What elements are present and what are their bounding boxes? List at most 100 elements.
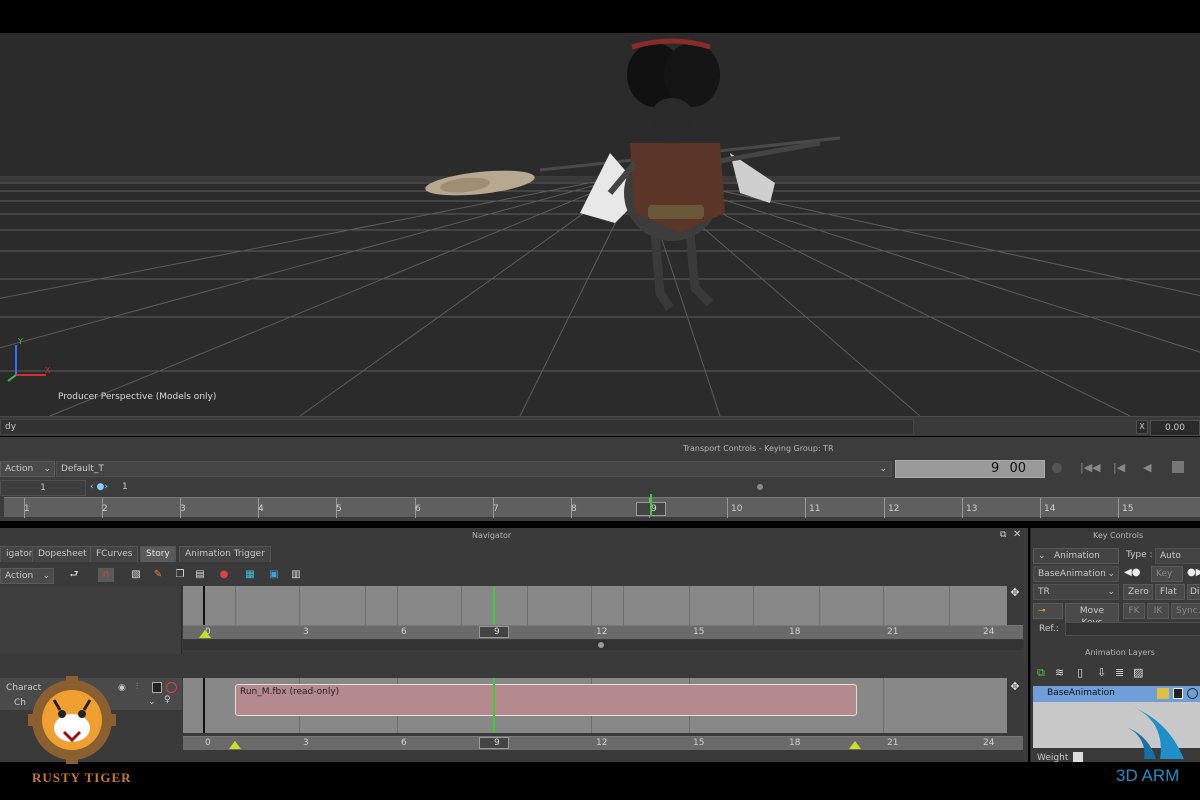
scroll-handle[interactable] <box>598 642 604 648</box>
navigator-title: Navigator <box>472 531 512 540</box>
transport-mode-dropdown[interactable]: Action ⌄ <box>0 461 55 477</box>
key-nav-icon[interactable]: ‹ ●› <box>90 482 108 492</box>
playhead-handle[interactable]: 9 <box>479 626 509 638</box>
ruler-tick <box>727 498 728 518</box>
solo-icon[interactable] <box>1173 688 1183 699</box>
add-layer-icon[interactable]: ⧉ <box>1037 666 1045 680</box>
goto-start-icon[interactable]: |◀◀ <box>1080 461 1101 474</box>
ref-field[interactable] <box>1065 622 1200 636</box>
clip-start-key[interactable] <box>229 741 241 749</box>
range-start-key[interactable] <box>199 630 211 638</box>
ref-label: Ref.: <box>1039 624 1059 634</box>
ruler-label: 24 <box>983 627 995 637</box>
tab-dopesheet[interactable]: Dopesheet <box>32 546 93 562</box>
time-ruler[interactable]: 1 2 3 4 5 6 7 8 10 11 12 13 14 15 9 <box>4 494 1200 518</box>
rusty-tiger-logo <box>28 676 116 764</box>
di-button[interactable]: Di <box>1187 584 1200 600</box>
layer-duplicate-icon[interactable]: ▨ <box>1133 666 1143 679</box>
upper-time-ruler[interactable]: 0 3 6 12 15 18 21 24 9 <box>183 625 1023 639</box>
layers-stack-icon[interactable]: ≋ <box>1055 666 1064 679</box>
solo-icon[interactable] <box>152 682 162 693</box>
upper-scrollbar[interactable] <box>183 640 1023 650</box>
flat-button[interactable]: Flat <box>1155 584 1185 600</box>
paste-icon[interactable]: ▤ <box>192 568 208 582</box>
fly-character-model[interactable] <box>420 33 850 323</box>
clip-end-key[interactable] <box>849 741 861 749</box>
transport-title: Transport Controls - Keying Group: TR <box>683 444 834 453</box>
razor-icon[interactable]: ▧ <box>128 568 144 582</box>
ruler-label: 18 <box>789 627 801 637</box>
stop-icon[interactable] <box>1172 461 1184 473</box>
ruler-label: 4 <box>258 504 264 514</box>
render-icon[interactable]: ▦ <box>242 568 258 582</box>
keying-group-dropdown[interactable]: TR ⌄ <box>1033 584 1119 600</box>
status-value-field[interactable]: 0.00 <box>1150 420 1200 436</box>
take-label: Default_T <box>61 464 104 474</box>
loop-icon[interactable]: ⮐ <box>66 568 82 582</box>
layer-row-base[interactable]: BaseAnimation <box>1033 686 1200 702</box>
axis-x-label: X <box>45 366 51 375</box>
start-frame-field[interactable]: 1 <box>0 480 86 496</box>
take-dropdown[interactable]: Default_T ⌄ <box>56 461 892 477</box>
tab-story[interactable]: Story <box>140 546 176 562</box>
layer-dropdown[interactable]: BaseAnimation ⌄ <box>1033 566 1119 582</box>
animation-clip[interactable]: Run_M.fbx (read-only) <box>235 684 857 716</box>
record-clip-icon[interactable]: ● <box>216 568 232 582</box>
play-reverse-icon[interactable]: ◀ <box>1143 461 1151 474</box>
animation-dropdown[interactable]: ⌄ Animation <box>1033 548 1119 564</box>
current-frame-field[interactable]: 9 00 <box>895 460 1045 478</box>
sync-button[interactable]: Sync. <box>1171 603 1200 619</box>
character-icon[interactable]: ♀ <box>164 695 171 705</box>
merge-layer-icon[interactable]: ⇩ <box>1097 666 1106 679</box>
layer-options-icon[interactable]: ≣ <box>1115 666 1124 679</box>
3d-viewport[interactable]: Y X Producer Perspective (Models only) <box>0 33 1200 416</box>
ruler-label: 2 <box>102 504 108 514</box>
end-frame-label: 1 <box>122 482 128 492</box>
mute-icon[interactable] <box>1187 688 1198 699</box>
tr-select-label: TR <box>1038 587 1050 597</box>
close-icon[interactable]: ✕ <box>1013 529 1021 540</box>
type-dropdown[interactable]: Auto <box>1155 548 1200 564</box>
ruler-label: 12 <box>596 738 608 748</box>
monitor-icon[interactable]: ▣ <box>266 568 282 582</box>
step-back-icon[interactable]: |◀ <box>1113 461 1125 474</box>
scroll-handle[interactable] <box>757 484 763 490</box>
tab-animation-trigger[interactable]: Animation Trigger <box>179 546 271 562</box>
record-button[interactable] <box>1052 463 1062 473</box>
lower-track-area[interactable]: Run_M.fbx (read-only) <box>183 678 1007 733</box>
delete-layer-icon[interactable]: ▯ <box>1077 666 1083 679</box>
key-icon[interactable]: ⊸ <box>1033 603 1063 619</box>
pan-icon[interactable]: ✥ <box>1008 586 1022 610</box>
lower-time-ruler[interactable]: 0 3 6 12 15 18 21 24 9 <box>183 736 1023 750</box>
lock-icon[interactable]: ⫶ <box>136 682 138 692</box>
playhead-line <box>493 678 495 733</box>
story-mode-dropdown[interactable]: Action ⌄ <box>0 568 54 584</box>
animation-layers-title: Animation Layers <box>1085 648 1155 657</box>
float-icon[interactable]: ⧉ <box>1000 530 1006 540</box>
magnet-icon[interactable]: ∩ <box>98 568 114 582</box>
brush-icon[interactable]: ✎ <box>150 568 166 582</box>
zero-button[interactable]: Zero <box>1123 584 1153 600</box>
chevron-down-icon[interactable]: ⌄ <box>148 697 156 707</box>
key-button[interactable]: Key <box>1151 566 1183 582</box>
mute-icon[interactable] <box>166 682 177 693</box>
weight-keyframe-icon[interactable] <box>1073 752 1083 762</box>
playhead-label: 9 <box>494 738 500 748</box>
pan-icon[interactable]: ✥ <box>1008 680 1022 704</box>
animation-label: Animation <box>1054 551 1100 561</box>
playhead-label: 9 <box>494 627 500 637</box>
status-checkbox[interactable]: X <box>1136 420 1148 434</box>
playhead-handle[interactable]: 9 <box>479 737 509 749</box>
copy-icon[interactable]: ❐ <box>172 568 188 582</box>
ik-button[interactable]: IK <box>1147 603 1169 619</box>
fk-button[interactable]: FK <box>1123 603 1145 619</box>
ruler-label: 15 <box>693 627 705 637</box>
axis-gizmo: Y X <box>7 337 51 382</box>
ruler-label: 3 <box>303 738 309 748</box>
current-frame-sub: 00 <box>1009 461 1026 476</box>
previous-key-icon[interactable]: ◀● <box>1124 567 1140 578</box>
tab-fcurves[interactable]: FCurves <box>90 546 139 562</box>
export-icon[interactable]: ▥ <box>288 568 304 582</box>
next-key-icon[interactable]: ●▶ <box>1187 567 1200 578</box>
lock-icon[interactable] <box>1157 688 1169 699</box>
